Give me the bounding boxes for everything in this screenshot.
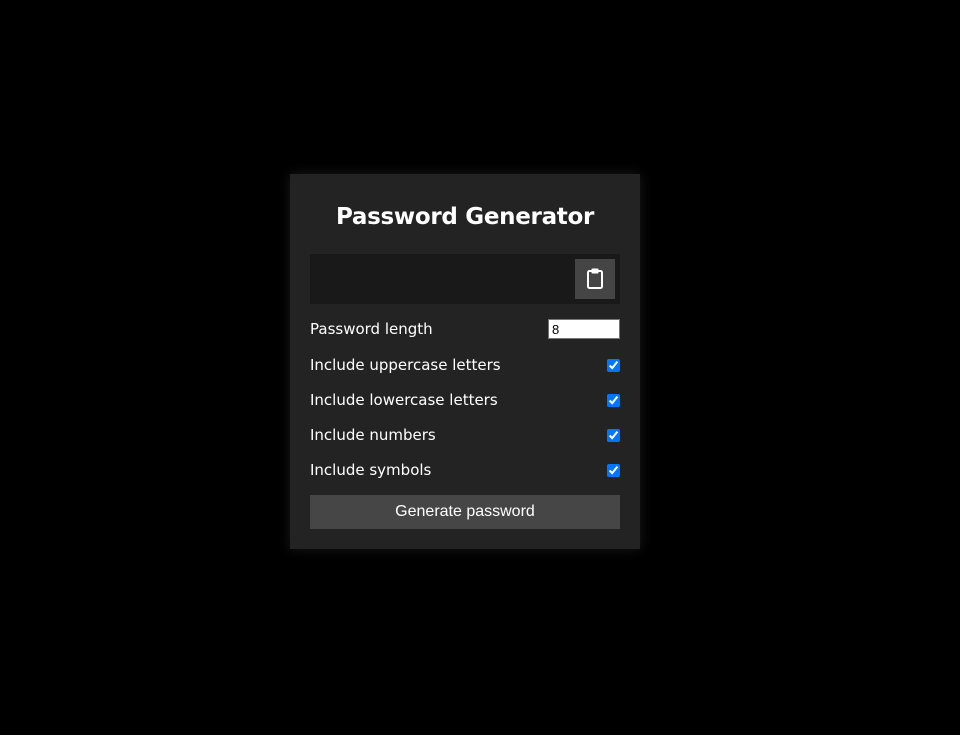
- lowercase-label: Include lowercase letters: [310, 391, 498, 409]
- setting-password-length: Password length: [310, 317, 620, 341]
- lowercase-checkbox[interactable]: [607, 393, 620, 407]
- password-generator-card: Password Generator Password length Inclu…: [290, 174, 640, 549]
- numbers-checkbox[interactable]: [607, 428, 620, 442]
- setting-uppercase: Include uppercase letters: [310, 353, 620, 377]
- setting-lowercase: Include lowercase letters: [310, 388, 620, 412]
- password-result-box: [310, 254, 620, 304]
- numbers-label: Include numbers: [310, 426, 436, 444]
- uppercase-checkbox[interactable]: [607, 358, 620, 372]
- symbols-checkbox[interactable]: [607, 463, 620, 477]
- password-length-input[interactable]: [548, 319, 620, 339]
- copy-to-clipboard-button[interactable]: [575, 259, 615, 299]
- setting-numbers: Include numbers: [310, 423, 620, 447]
- password-length-label: Password length: [310, 320, 433, 338]
- generate-password-button[interactable]: Generate password: [310, 495, 620, 529]
- page-title: Password Generator: [335, 204, 595, 230]
- clipboard-icon: [586, 267, 604, 292]
- symbols-label: Include symbols: [310, 461, 432, 479]
- setting-symbols: Include symbols: [310, 458, 620, 482]
- uppercase-label: Include uppercase letters: [310, 356, 501, 374]
